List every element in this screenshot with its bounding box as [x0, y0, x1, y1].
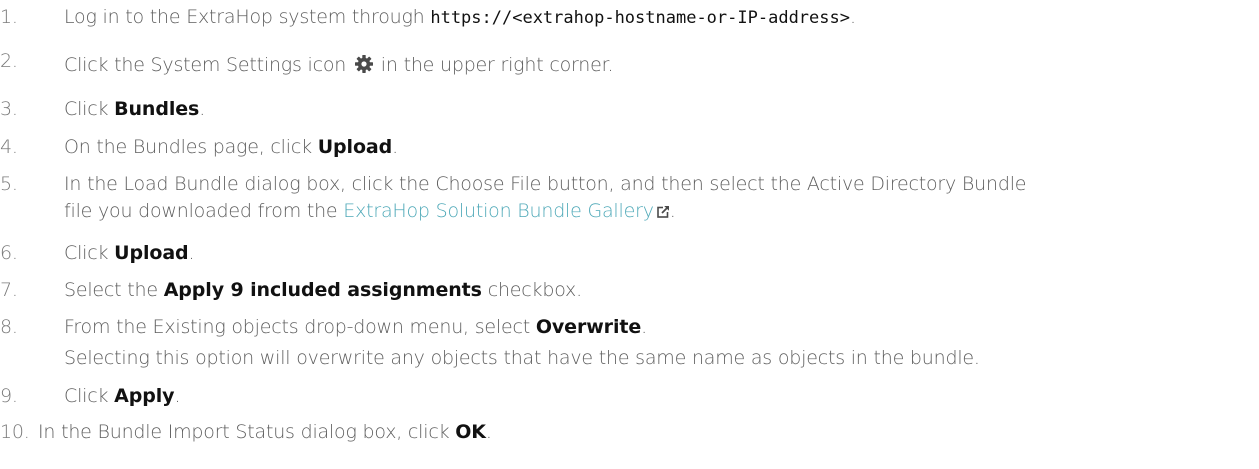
step-text: Click the System Settings icon in the up… [64, 54, 614, 76]
step-text: In the Bundle Import Status dialog box, … [38, 421, 492, 443]
step-text: Click Bundles. [64, 98, 206, 120]
step-text: From the Existing objects drop-down menu… [64, 316, 647, 338]
ui-term: Apply 9 included assignments [163, 279, 482, 301]
bundle-gallery-link[interactable]: ExtraHop Solution Bundle Gallery [343, 200, 654, 222]
ui-term: Upload [317, 136, 393, 158]
step-text: Click Upload. [64, 242, 195, 264]
step-text: Select the Apply 9 included assignments … [64, 279, 582, 301]
step-text: Click Apply. [64, 385, 181, 407]
step-number: 8. [0, 316, 18, 338]
step-number: 4. [0, 136, 18, 158]
step-number: 5. [0, 173, 18, 195]
ui-term: Apply [114, 385, 175, 407]
ui-term: Upload [114, 242, 189, 264]
step-number: 2. [0, 50, 18, 72]
gear-icon [354, 54, 374, 74]
step-number: 9. [0, 385, 18, 407]
step-number: 10. [0, 421, 30, 443]
external-link-icon[interactable] [656, 199, 670, 218]
step-number: 7. [0, 279, 18, 301]
step-number: 3. [0, 98, 18, 120]
step-text: On the Bundles page, click Upload. [64, 136, 398, 158]
ui-term: Overwrite [535, 316, 642, 338]
url-code: https://<extrahop-hostname-or-IP-address… [430, 8, 850, 28]
step-text: Log in to the ExtraHop system through ht… [64, 6, 856, 28]
step-number: 1. [0, 6, 18, 28]
step-number: 6. [0, 242, 18, 264]
ui-term: OK [455, 421, 486, 443]
step-8-note: Selecting this option will overwrite any… [64, 347, 980, 369]
step-text: In the Load Bundle dialog box, click the… [64, 173, 1027, 222]
ui-term: Bundles [114, 98, 200, 120]
